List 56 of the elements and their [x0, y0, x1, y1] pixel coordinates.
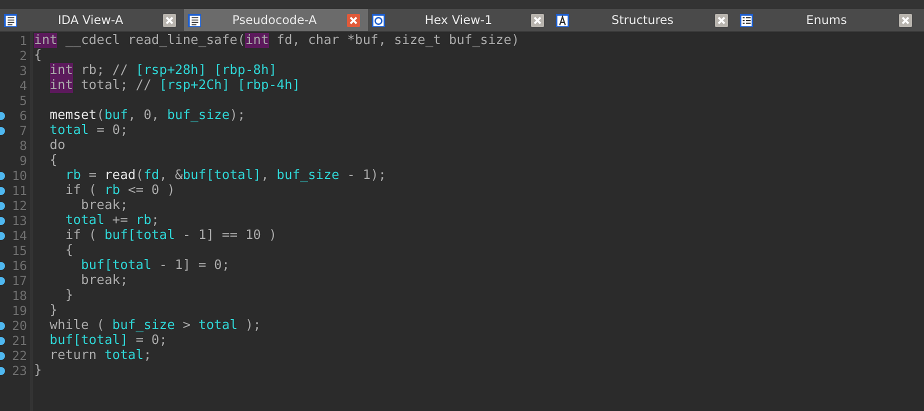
close-icon[interactable]: [163, 14, 176, 26]
close-icon[interactable]: [715, 14, 728, 26]
code-line: while ( buf_size > total );: [48, 318, 262, 333]
line-number: 14: [10, 228, 27, 243]
code-line: memset(buf, 0, buf_size);: [48, 108, 246, 123]
line-number: 16: [10, 258, 27, 273]
struct-icon: [555, 12, 570, 28]
line-number: 23: [10, 363, 27, 378]
tab[interactable]: Pseudocode-A: [184, 9, 368, 31]
close-icon[interactable]: [347, 14, 360, 26]
line-number: 2: [18, 48, 27, 63]
code-line: int __cdecl read_line_safe(int fd, char *buf, size_t buf_size): [34, 33, 520, 48]
code-line: if ( buf[total - 1] == 10 ): [64, 228, 277, 243]
code-line: total += rb;: [64, 213, 160, 228]
list-icon: [739, 12, 754, 28]
line-number: 8: [18, 138, 27, 153]
line-number: 22: [10, 348, 27, 363]
line-number: 21: [10, 333, 27, 348]
line-number: 6: [18, 108, 27, 123]
code-line: do: [48, 138, 66, 153]
line-number: 15: [10, 243, 27, 258]
line-number: 4: [18, 78, 27, 93]
code-line: {: [48, 153, 58, 168]
line-number: 11: [10, 183, 27, 198]
code-line: return total;: [48, 348, 152, 363]
document-icon: [3, 12, 18, 28]
code-line: total = 0;: [48, 123, 128, 138]
circle-icon: [371, 12, 386, 28]
code-line: {: [34, 48, 42, 63]
line-number: 3: [18, 63, 27, 78]
code-line: break;: [80, 273, 128, 288]
code-line: }: [48, 303, 58, 318]
line-number: 9: [18, 153, 27, 168]
close-icon[interactable]: [531, 14, 544, 26]
line-number: 12: [10, 198, 27, 213]
code-line: buf[total - 1] = 0;: [80, 258, 230, 273]
line-number: 17: [10, 273, 27, 288]
line-number: 19: [10, 303, 27, 318]
line-number: 20: [10, 318, 27, 333]
code-line: if ( rb <= 0 ): [64, 183, 175, 198]
line-number: 5: [18, 93, 27, 108]
code-line: int total; // [rsp+2Ch] [rbp-4h]: [48, 78, 300, 93]
code-line: int rb; // [rsp+28h] [rbp-8h]: [48, 63, 277, 78]
code-line: {: [64, 243, 74, 258]
line-number: 18: [10, 288, 27, 303]
line-number: 13: [10, 213, 27, 228]
code-line: rb = read(fd, &buf[total], buf_size - 1);: [64, 168, 386, 183]
line-number: 1: [18, 33, 27, 48]
code-line: }: [34, 363, 42, 378]
code-line: buf[total] = 0;: [48, 333, 168, 348]
code-line: break;: [80, 198, 128, 213]
code-line: }: [64, 288, 74, 303]
close-icon[interactable]: [899, 14, 912, 26]
document-icon: [187, 12, 202, 28]
line-number: 10: [10, 168, 27, 183]
line-number: 7: [18, 123, 27, 138]
